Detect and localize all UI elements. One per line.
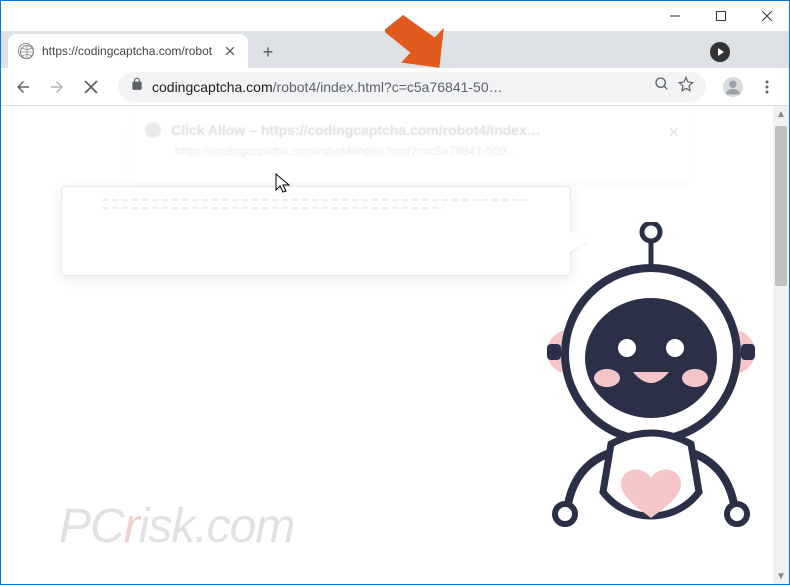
media-playing-icon[interactable] <box>710 42 730 62</box>
ghost-title-text: Click Allow – https://codingcaptcha.com/… <box>171 122 541 138</box>
browser-tab[interactable]: https://codingcaptcha.com/robot <box>8 34 248 68</box>
forward-button[interactable] <box>42 72 72 102</box>
mouse-cursor-icon <box>275 173 291 198</box>
vertical-scrollbar[interactable]: ▲ ▼ <box>773 106 789 584</box>
bookmark-star-icon[interactable] <box>678 76 694 97</box>
globe-icon <box>18 43 34 59</box>
notification-prompt-ghost: Click Allow – https://codingcaptcha.com/… <box>131 112 691 182</box>
scrollbar-thumb[interactable] <box>775 126 787 286</box>
lock-icon <box>130 77 144 96</box>
stop-reload-button[interactable] <box>76 72 106 102</box>
annotation-arrow <box>385 5 465 75</box>
scroll-up-button[interactable]: ▲ <box>773 106 789 122</box>
back-button[interactable] <box>8 72 38 102</box>
scroll-down-button[interactable]: ▼ <box>773 568 789 584</box>
close-window-button[interactable] <box>744 0 790 32</box>
maximize-button[interactable] <box>698 0 744 32</box>
minimize-button[interactable] <box>652 0 698 32</box>
robot-illustration <box>541 222 761 562</box>
speech-bubble <box>61 186 571 276</box>
close-icon: × <box>668 122 679 143</box>
profile-avatar[interactable] <box>718 72 748 102</box>
window-controls <box>652 0 790 32</box>
new-tab-button[interactable]: + <box>254 38 282 66</box>
url-domain: codingcaptcha.com <box>152 79 273 95</box>
zoom-icon[interactable] <box>654 76 670 97</box>
watermark: PCrisk.com <box>59 499 294 554</box>
browser-menu-button[interactable] <box>752 72 782 102</box>
close-tab-button[interactable] <box>222 43 238 59</box>
page-viewport: Click Allow – https://codingcaptcha.com/… <box>1 106 789 584</box>
watermark-right: isk.com <box>139 500 295 553</box>
url-path: /robot4/index.html?c=c5a76841-50… <box>273 79 503 95</box>
address-bar[interactable]: codingcaptcha.com/robot4/index.html?c=c5… <box>118 72 706 102</box>
watermark-red: r <box>124 500 139 553</box>
ghost-subtitle-text: https://codingcaptcha.com/robot4/index.h… <box>175 144 677 158</box>
url-text: codingcaptcha.com/robot4/index.html?c=c5… <box>152 79 646 95</box>
tab-title: https://codingcaptcha.com/robot <box>42 44 214 58</box>
watermark-left: PC <box>59 500 124 553</box>
bell-icon <box>145 122 161 138</box>
